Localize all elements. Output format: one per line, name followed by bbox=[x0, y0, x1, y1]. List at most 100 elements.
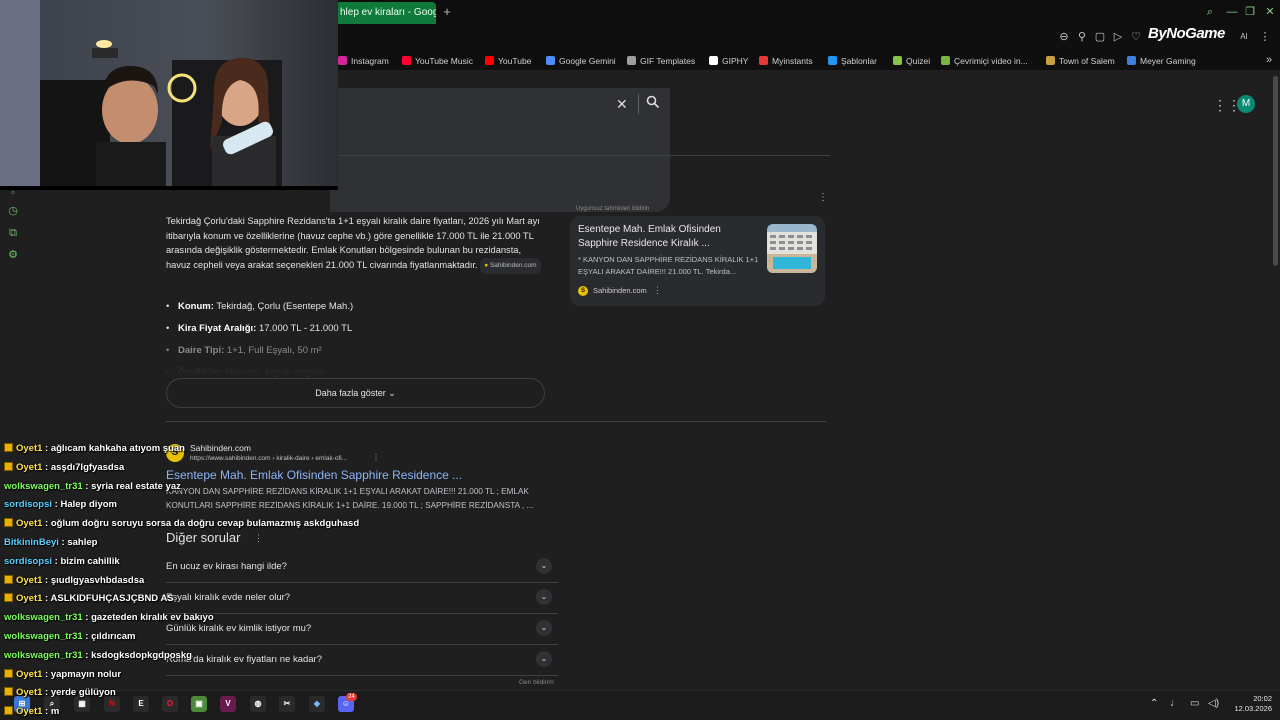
fade-overlay bbox=[166, 360, 556, 376]
result-site-name[interactable]: Sahibinden.com bbox=[190, 443, 251, 453]
close-window-icon[interactable]: ✕ bbox=[1262, 4, 1278, 20]
chat-message: Oyet1 : şıudlgyasvhbdasdsa bbox=[4, 574, 144, 588]
chat-username: Oyet1 bbox=[16, 593, 43, 604]
chat-text: : bizim cahillik bbox=[52, 556, 120, 567]
bookmark-favicon-icon bbox=[1046, 56, 1055, 65]
chat-username: Oyet1 bbox=[16, 575, 43, 586]
bookmark-favicon-icon bbox=[893, 56, 902, 65]
chat-text: : Halep diyom bbox=[52, 499, 117, 510]
new-tab-button[interactable]: + bbox=[440, 4, 454, 20]
minecraft-icon[interactable]: ▣ bbox=[191, 696, 207, 712]
result-url[interactable]: https://www.sahibinden.com › kiralik-dai… bbox=[190, 455, 347, 462]
result-title-link[interactable]: Esentepe Mah. Emlak Ofisinden Sapphire R… bbox=[166, 468, 462, 482]
steam-icon[interactable]: ◍ bbox=[250, 696, 266, 712]
bookmark-item[interactable]: Şablonlar bbox=[828, 54, 877, 68]
chat-username: sordisopsi bbox=[4, 499, 53, 510]
building-thumbnail[interactable] bbox=[767, 224, 817, 273]
history-icon[interactable]: ◷ bbox=[6, 204, 20, 218]
settings-icon[interactable]: ⚙ bbox=[6, 248, 20, 262]
bookmark-favicon-icon bbox=[338, 56, 347, 65]
bookmark-item[interactable]: GIF Templates bbox=[627, 54, 695, 68]
screenshot-icon[interactable]: ▢ bbox=[1093, 30, 1107, 44]
bookmark-item[interactable]: Instagram bbox=[338, 54, 389, 68]
source-chip[interactable]: ● Sahibinden.com bbox=[480, 257, 541, 274]
chevron-up-icon[interactable]: ⌃ bbox=[1150, 698, 1158, 709]
bookmark-item[interactable]: Google Gemini bbox=[546, 54, 616, 68]
app-icon[interactable]: ◆ bbox=[309, 696, 325, 712]
bookmark-item[interactable]: Town of Salem bbox=[1046, 54, 1115, 68]
paa-question[interactable]: Roma'da kiralık ev fiyatları ne kadar? ⌄ bbox=[166, 645, 558, 676]
chat-username: Oyet1 bbox=[16, 669, 43, 680]
chat-username: Oyet1 bbox=[16, 462, 43, 473]
show-more-button[interactable]: Daha fazla göster ⌄ bbox=[166, 378, 545, 408]
heart-icon[interactable]: ♡ bbox=[1129, 30, 1143, 44]
browser-tab[interactable]: hlep ev kiraları - Google bbox=[336, 2, 436, 24]
opera-gx-icon[interactable]: O bbox=[162, 696, 178, 712]
overflow-menu-icon[interactable]: ⋮ bbox=[653, 285, 662, 296]
chat-username: Oyet1 bbox=[16, 706, 43, 717]
clock[interactable]: 20:02 12.03.2026 bbox=[1228, 694, 1272, 714]
volume-icon[interactable]: ◁) bbox=[1208, 698, 1219, 709]
chat-badge-icon bbox=[4, 593, 13, 602]
chat-text: : sahlep bbox=[58, 537, 98, 548]
chat-message: wolkswagen_tr31 : syria real estate yaz bbox=[4, 480, 181, 494]
notification-badge: 24 bbox=[346, 693, 357, 701]
bookmark-label: GIPHY bbox=[722, 56, 749, 66]
overflow-menu-icon[interactable]: ⋮ bbox=[818, 192, 828, 203]
chat-text: : yerde gülüyon bbox=[42, 687, 116, 698]
overlay-logo: ByNoGame bbox=[1148, 25, 1225, 42]
bookmark-item[interactable]: Meyer Gaming bbox=[1127, 54, 1196, 68]
chat-text: : gazeteden kiralık ev bakıyo bbox=[82, 612, 214, 623]
network-icon[interactable]: ▭ bbox=[1190, 698, 1199, 709]
epic-games-icon[interactable]: E bbox=[133, 696, 149, 712]
chat-text: : oğlum doğru soruyu sorsa da doğru ceva… bbox=[42, 518, 360, 529]
extension-icon[interactable]: ⧉ bbox=[6, 226, 20, 240]
chat-text: : ağlıcam kahkaha atıyom şuan bbox=[42, 443, 185, 454]
capcut-icon[interactable]: ✂ bbox=[279, 696, 295, 712]
avatar[interactable]: M bbox=[1237, 95, 1255, 113]
chat-badge-icon bbox=[4, 518, 13, 527]
search-tabs-icon[interactable]: ⌕ bbox=[1202, 4, 1218, 20]
menu-icon[interactable]: ⋮ bbox=[1258, 30, 1272, 44]
chat-username: sordisopsi bbox=[4, 556, 53, 567]
pin-icon[interactable]: ⚲ bbox=[1075, 30, 1089, 44]
search-icon[interactable] bbox=[646, 95, 660, 109]
source-name[interactable]: Sahibinden.com bbox=[593, 286, 647, 295]
source-card-title[interactable]: Esentepe Mah. Emlak Ofisinden Sapphire R… bbox=[578, 223, 763, 251]
microphone-icon[interactable]: ♩ bbox=[1170, 698, 1180, 709]
feedback-link[interactable]: Uygunsuz tahminleri bildirin bbox=[576, 206, 649, 212]
divider bbox=[638, 94, 639, 114]
ai-label[interactable]: AI bbox=[1238, 30, 1250, 44]
chat-message: Oyet1 : ASLKIDFUHÇASJÇBND AS bbox=[4, 592, 174, 606]
bookmark-item[interactable]: YouTube bbox=[485, 54, 531, 68]
overflow-menu-icon[interactable]: ⋮ bbox=[372, 453, 380, 462]
paa-question[interactable]: Eşyalı kiralık evde neler olur? ⌄ bbox=[166, 583, 558, 614]
chat-username: Oyet1 bbox=[16, 443, 43, 454]
overflow-menu-icon[interactable]: ⋮ bbox=[254, 533, 263, 544]
close-icon[interactable]: ✕ bbox=[616, 96, 628, 113]
bookmark-item[interactable]: Çevrimiçi video in... bbox=[941, 54, 1028, 68]
bookmark-label: YouTube Music bbox=[415, 56, 473, 66]
paa-question[interactable]: En ucuz ev kirası hangi ilde? ⌄ bbox=[166, 552, 558, 583]
chat-badge-icon bbox=[4, 687, 13, 696]
paa-question[interactable]: Günlük kiralık ev kimlik istiyor mu? ⌄ bbox=[166, 614, 558, 645]
feedback-link[interactable]: Geri bildirim bbox=[519, 679, 554, 686]
bookmark-favicon-icon bbox=[402, 56, 411, 65]
bookmark-item[interactable]: Myinstants bbox=[759, 54, 813, 68]
restore-icon[interactable]: ❐ bbox=[1242, 4, 1258, 20]
chat-message: BitkininBeyi : sahlep bbox=[4, 536, 97, 550]
bookmark-label: Şablonlar bbox=[841, 56, 877, 66]
more-bookmarks-icon[interactable]: » bbox=[1262, 53, 1276, 67]
zoom-icon[interactable]: ⊖ bbox=[1057, 30, 1071, 44]
scrollbar-thumb[interactable] bbox=[1273, 76, 1278, 266]
minimize-icon[interactable]: — bbox=[1224, 4, 1240, 20]
bookmark-favicon-icon bbox=[709, 56, 718, 65]
play-icon[interactable]: ▷ bbox=[1111, 30, 1125, 44]
screen: hlep ev kiraları - Google + ⌕ — ❐ ✕ ⊖ ⚲ … bbox=[0, 0, 1280, 720]
chevron-down-icon: ⌄ bbox=[536, 589, 552, 605]
valorant-icon[interactable]: V bbox=[220, 696, 236, 712]
bookmark-item[interactable]: YouTube Music bbox=[402, 54, 473, 68]
bookmark-item[interactable]: GIPHY bbox=[709, 54, 748, 68]
bookmark-favicon-icon bbox=[941, 56, 950, 65]
bookmark-item[interactable]: Quizei bbox=[893, 54, 930, 68]
